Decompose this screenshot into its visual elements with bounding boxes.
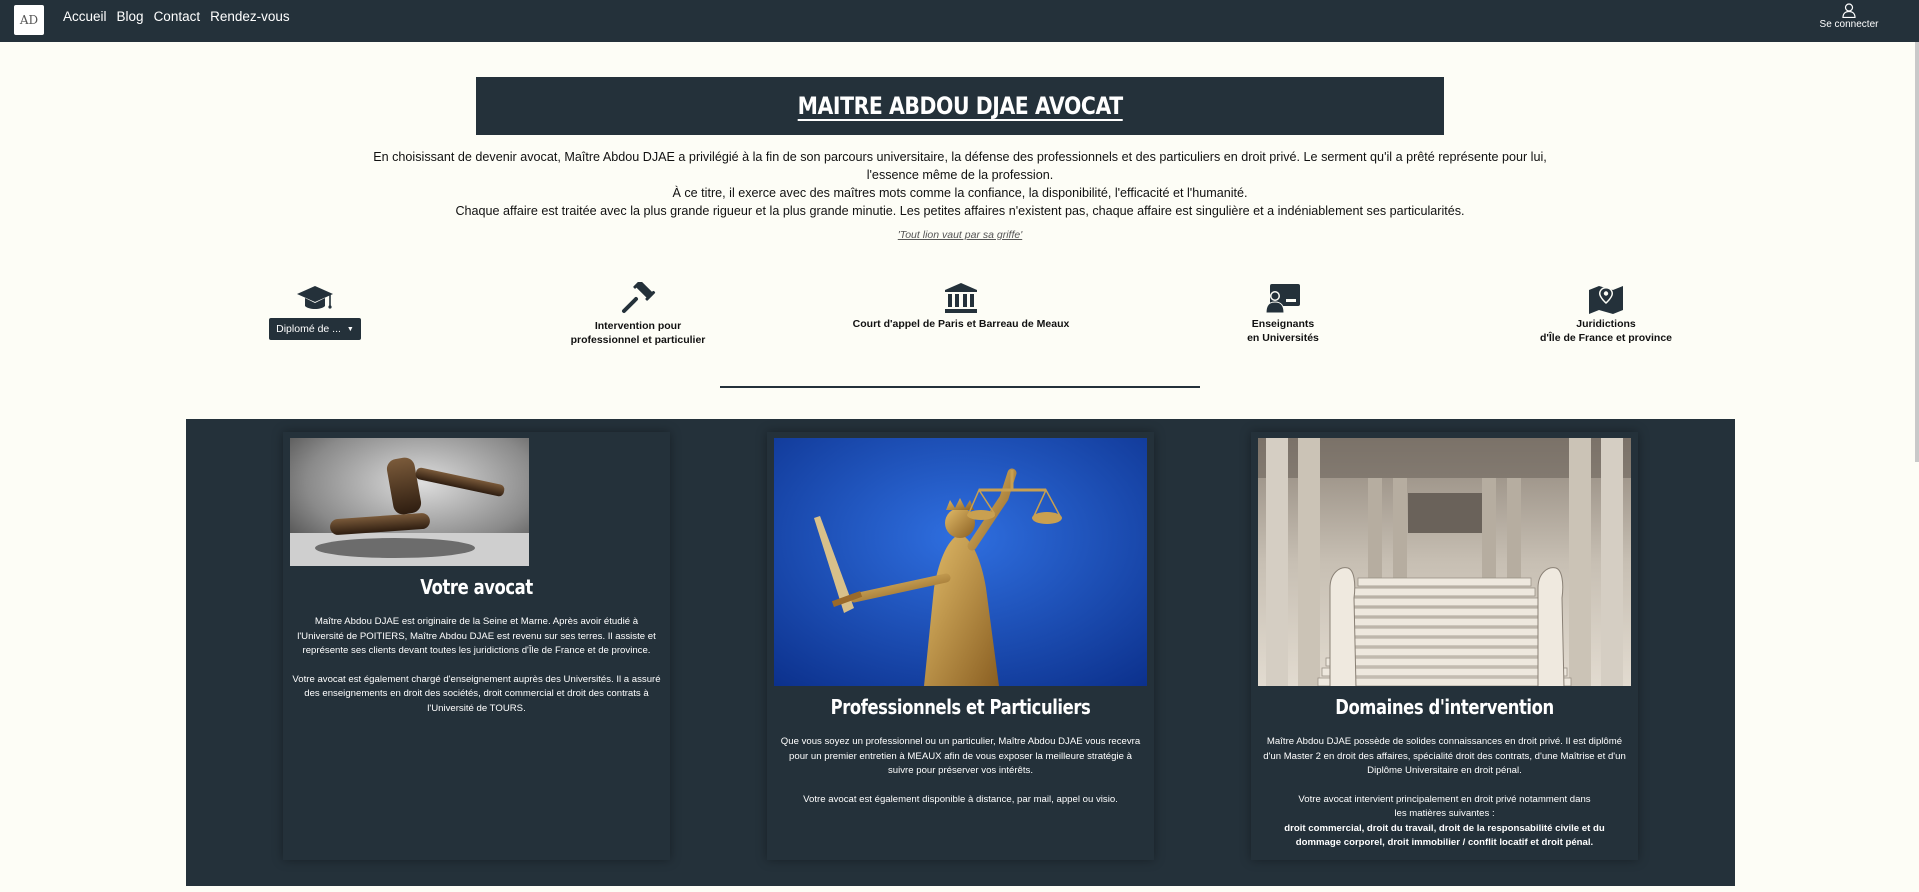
map-pin-icon [1589,286,1623,314]
feature-court: Court d'appel de Paris et Barreau de Mea… [841,282,1081,331]
card-domaines: Domaines d'intervention Maître Abdou DJA… [1251,432,1638,860]
teacher-board-icon [1265,284,1300,314]
lady-justice-photo [774,438,1147,686]
nav-link-rendez-vous[interactable]: Rendez-vous [210,9,290,25]
card-text: Maître Abdou DJAE possède de solides con… [1259,735,1630,851]
intro-line: l'essence même de la profession. [866,168,1054,182]
card-votre-avocat: Votre avocat Maître Abdou DJAE est origi… [283,432,670,860]
nav-link-blog[interactable]: Blog [117,9,144,25]
feature-text: Intervention pour [594,320,682,332]
intro-line: Chaque affaire est traitée avec la plus … [455,204,1465,218]
page-title: MAITRE ABDOU DJAE AVOCAT [797,92,1123,120]
diploma-dropdown[interactable]: Diplomé de ... ▼ [269,318,361,340]
feature-text: en Universités [1247,332,1319,344]
feature-text: d'Île de France et province [1539,332,1673,344]
title-banner: MAITRE ABDOU DJAE AVOCAT [476,77,1444,135]
section-divider [720,386,1200,388]
feature-text: Court d'appel de Paris et Barreau de Mea… [852,318,1070,330]
card-text: Maître Abdou DJAE est originaire de la S… [291,615,662,730]
card-paragraph: les matières suivantes : [1394,808,1495,819]
login-button[interactable]: Se connecter [1814,3,1884,31]
feature-text: Enseignants [1251,318,1315,330]
graduation-cap-icon [297,286,333,309]
nav-link-contact[interactable]: Contact [154,9,201,25]
intro-text: En choisissant de devenir avocat, Maître… [340,148,1580,220]
card-title: Professionnels et Particuliers [830,695,1091,719]
card-professionnels: Professionnels et Particuliers Que vous … [767,432,1154,860]
card-title: Domaines d'intervention [1335,695,1554,719]
caret-down-icon: ▼ [346,325,354,333]
user-icon [1842,3,1856,18]
top-navbar: AD Accueil Blog Contact Rendez-vous Se c… [0,0,1919,42]
feature-diploma: Diplomé de ... ▼ [195,282,435,340]
quote: 'Tout lion vaut par sa griffe' [897,229,1023,241]
nav-links: Accueil Blog Contact Rendez-vous [63,9,300,25]
gavel-icon [622,282,656,313]
card-paragraph: Votre avocat intervient principalement e… [1298,793,1591,805]
logo-text: AD [19,13,39,27]
intro-line: À ce titre, il exerce avec des maîtres m… [672,186,1248,200]
card-bold-text: droit commercial, droit du travail, droi… [1284,822,1605,849]
courthouse-stairs-photo [1258,438,1631,686]
feature-intervention: Intervention pour professionnel et parti… [518,282,758,347]
login-label: Se connecter [1819,19,1879,30]
courthouse-icon [945,283,977,313]
feature-text: professionnel et particulier [570,334,706,346]
card-paragraph: Que vous soyez un professionnel ou un pa… [780,736,1141,776]
feature-teaching: Enseignants en Universités [1163,282,1403,345]
feature-jurisdictions: Juridictions d'Île de France et province [1486,282,1726,345]
gavel-photo [290,438,529,566]
feature-text: Juridictions [1576,318,1636,330]
nav-link-accueil[interactable]: Accueil [63,9,107,25]
card-title: Votre avocat [420,575,533,599]
site-logo[interactable]: AD [14,5,44,35]
diploma-dropdown-label: Diplomé de ... [276,323,341,335]
card-paragraph: Votre avocat est également chargé d'ense… [292,673,661,714]
card-paragraph: Maître Abdou DJAE possède de solides con… [1263,736,1626,776]
card-text: Que vous soyez un professionnel ou un pa… [775,735,1146,821]
card-paragraph: Maître Abdou DJAE est originaire de la S… [297,616,656,656]
scrollbar[interactable] [1915,42,1919,462]
card-paragraph: Votre avocat est également disponible à … [803,793,1118,805]
intro-line: En choisissant de devenir avocat, Maître… [373,150,1547,164]
